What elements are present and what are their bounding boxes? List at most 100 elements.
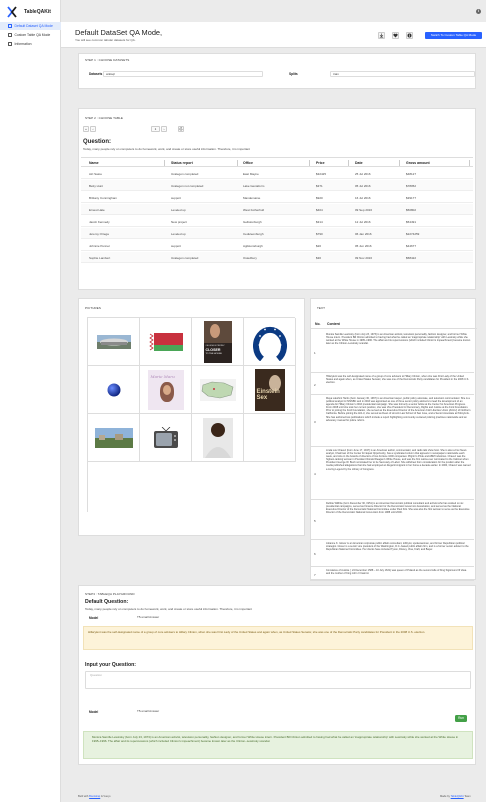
table-cell: Agilstonsburgh — [243, 244, 263, 248]
text-row[interactable]: 1 Monica Samille Lewinsky (born July 23, … — [310, 331, 474, 373]
table-cell: support — [171, 196, 182, 200]
model-select[interactable]: T5-small Answer — [135, 615, 465, 621]
prev-page-button[interactable]: ‹ — [90, 126, 96, 132]
einstein-book-title: Einstein Sex — [256, 388, 280, 401]
table-row[interactable]: Sophie Lambert Ucalegon completed Ostedbur… — [81, 252, 473, 263]
question-input[interactable]: Question — [85, 671, 471, 689]
table-cell: Betty Hunt — [89, 184, 104, 188]
nav-item-custom-table[interactable]: Custom Table QA Mode — [0, 31, 61, 39]
refresh-button[interactable] — [178, 126, 184, 132]
run-button[interactable]: Run — [455, 715, 467, 722]
album-cover-image: Marie Maru — [147, 369, 184, 410]
col-header[interactable]: Date — [355, 161, 363, 165]
sidebar: TableQAKit Default Dataset QA Mode Custo… — [0, 0, 61, 802]
picture-tv[interactable] — [140, 414, 192, 462]
col-header[interactable]: Status report — [171, 161, 193, 165]
table-header: Name Status report Office Price Date Gro… — [81, 157, 473, 167]
table-cell: $58422 — [406, 256, 417, 260]
stadium-image — [96, 334, 131, 349]
splits-select[interactable]: train — [330, 71, 475, 77]
table-cell: 05 Jul 2016 — [355, 184, 371, 188]
text-row[interactable]: 7 Constance of Austria (; 24 December 158… — [310, 567, 474, 581]
picture-landscape[interactable] — [88, 414, 140, 462]
table-cell: 09 Nov 2016 — [355, 256, 373, 260]
book-subtitle: TO THE HOUSE — [205, 352, 222, 355]
footer-left-suffix: & Vue.js — [100, 795, 111, 798]
horseshoe-logo-icon — [252, 326, 287, 361]
pictures-grid: CALLERA GUTIERREZ CLOSER TO THE HOUSE Ma… — [87, 317, 296, 512]
table-cell: $30 — [316, 256, 322, 260]
col-header[interactable]: Price — [316, 161, 325, 165]
picture-map[interactable] — [192, 366, 244, 414]
table-cell: $790 — [316, 232, 323, 236]
info-icon[interactable]: i — [476, 9, 481, 14]
text-row[interactable]: 5 Debbie Willhite (born December 30, 1951… — [310, 500, 474, 540]
text-row-number: 3 — [314, 419, 316, 424]
table-row[interactable]: Airi Satou Ucalegon completed East Mayne $3… — [81, 168, 473, 179]
col-header[interactable]: Name — [89, 161, 99, 165]
table-icon — [8, 33, 12, 37]
download-icon — [379, 33, 384, 38]
picture-album-cover[interactable]: Marie Maru — [140, 366, 192, 414]
picture-book-cover[interactable]: CALLERA GUTIERREZ CLOSER TO THE HOUSE — [192, 318, 244, 366]
text-row-number: 2 — [314, 382, 316, 387]
table-cell: 16 Jul 2016 — [355, 196, 371, 200]
table-cell: Leveled up — [171, 232, 186, 236]
picture-stadium[interactable] — [88, 318, 140, 366]
text-row[interactable]: 4 Linda Lou Chavez (born June 17, 1947) i… — [310, 447, 474, 500]
text-row[interactable]: 2 Hillarylent was the self-designated nam… — [310, 373, 474, 395]
nav-item-default-dataset[interactable]: Default Dataset QA Mode — [0, 22, 61, 30]
table-row[interactable]: Johnnie Penner support Agilstonsburgh $20 05… — [81, 240, 473, 251]
text-row[interactable]: 3 Maya Lakshmi Harris (born January 30, 1… — [310, 395, 474, 447]
table-cell: $48127 — [406, 172, 417, 176]
table-cell: 25 Jul 2016 — [355, 172, 371, 176]
picture-flag[interactable] — [140, 318, 192, 366]
col-header[interactable]: Office — [243, 161, 253, 165]
logo-row[interactable]: TableQAKit — [6, 6, 51, 18]
picture-einstein-book[interactable]: Einstein Sex — [244, 366, 296, 414]
table-cell: $32425 — [316, 172, 327, 176]
info-doc-icon — [8, 42, 12, 46]
table-cell: Ucalegon completed — [171, 256, 199, 260]
step2-title: STEP 2 : CHOOSE TABLE — [85, 116, 123, 120]
picture-sphere[interactable] — [88, 366, 140, 414]
favorite-button[interactable] — [392, 32, 399, 39]
download-button[interactable] — [378, 32, 385, 39]
splits-label: Splits — [289, 72, 298, 76]
page-number-input[interactable]: 1 — [151, 126, 160, 132]
first-page-button[interactable]: « — [83, 126, 89, 132]
input-question-heading: Input your Question: — [85, 662, 137, 668]
col-header[interactable]: Gross amount — [406, 161, 430, 165]
pictures-title: PICTURES — [85, 306, 101, 310]
next-page-button[interactable]: › — [161, 126, 167, 132]
result-box: Monica Samille Lewinsky (born July 23, 1… — [83, 731, 473, 759]
picture-horseshoe[interactable] — [244, 318, 296, 366]
settings-button[interactable] — [406, 32, 413, 39]
table-row[interactable]: Jeremy Ortega Leveled up Ceduleonburgh $790… — [81, 228, 473, 239]
switch-mode-button[interactable]: Switch To Custom Table QA Mode — [425, 32, 482, 39]
footer-right-link[interactable]: TableQAKit — [451, 795, 464, 798]
landscape-image — [94, 427, 133, 448]
table-cell: Gellstonburgh — [243, 220, 262, 224]
text-row-number: 5 — [314, 518, 316, 523]
step1-card: STEP 1 : CHOOSE DATASETS Datasets wikisq… — [78, 53, 476, 89]
page-subtitle: You will see common tabular datasets for… — [75, 38, 136, 42]
datasets-select[interactable]: wikisql — [103, 71, 263, 77]
flag-image — [148, 332, 183, 351]
table-row[interactable]: Jacob Kennedy New project Gellstonburgh $31… — [81, 216, 473, 227]
text-row-content: Constance of Austria (; 24 December 1588… — [326, 569, 467, 576]
table-row[interactable]: Ernest Hale Leveled up West Fotherhull $404… — [81, 204, 473, 215]
col-separator — [469, 160, 470, 166]
model-select-2[interactable]: T5-small Answer — [135, 709, 435, 715]
table-cell: $2274259 — [406, 232, 420, 236]
text-row-content: Hillarylent was the self-designated name… — [326, 375, 470, 385]
footer-right-suffix: Team — [464, 795, 471, 798]
table-row[interactable]: Brittany Cunningham support Mandemaine $920… — [81, 192, 473, 203]
col-separator — [348, 160, 349, 166]
text-row[interactable]: 6 Julianne K. Glover is an American corpo… — [310, 540, 474, 567]
step3-card: STEP3 : TABLEQA PLAYGROUND Default Quest… — [78, 585, 476, 765]
picture-person[interactable] — [192, 414, 244, 462]
footer-left-link[interactable]: Bootstrap — [89, 795, 100, 798]
nav-item-information[interactable]: Information — [0, 40, 61, 48]
table-row[interactable]: Betty Hunt Ucalegon not completed Lake Gen… — [81, 180, 473, 191]
